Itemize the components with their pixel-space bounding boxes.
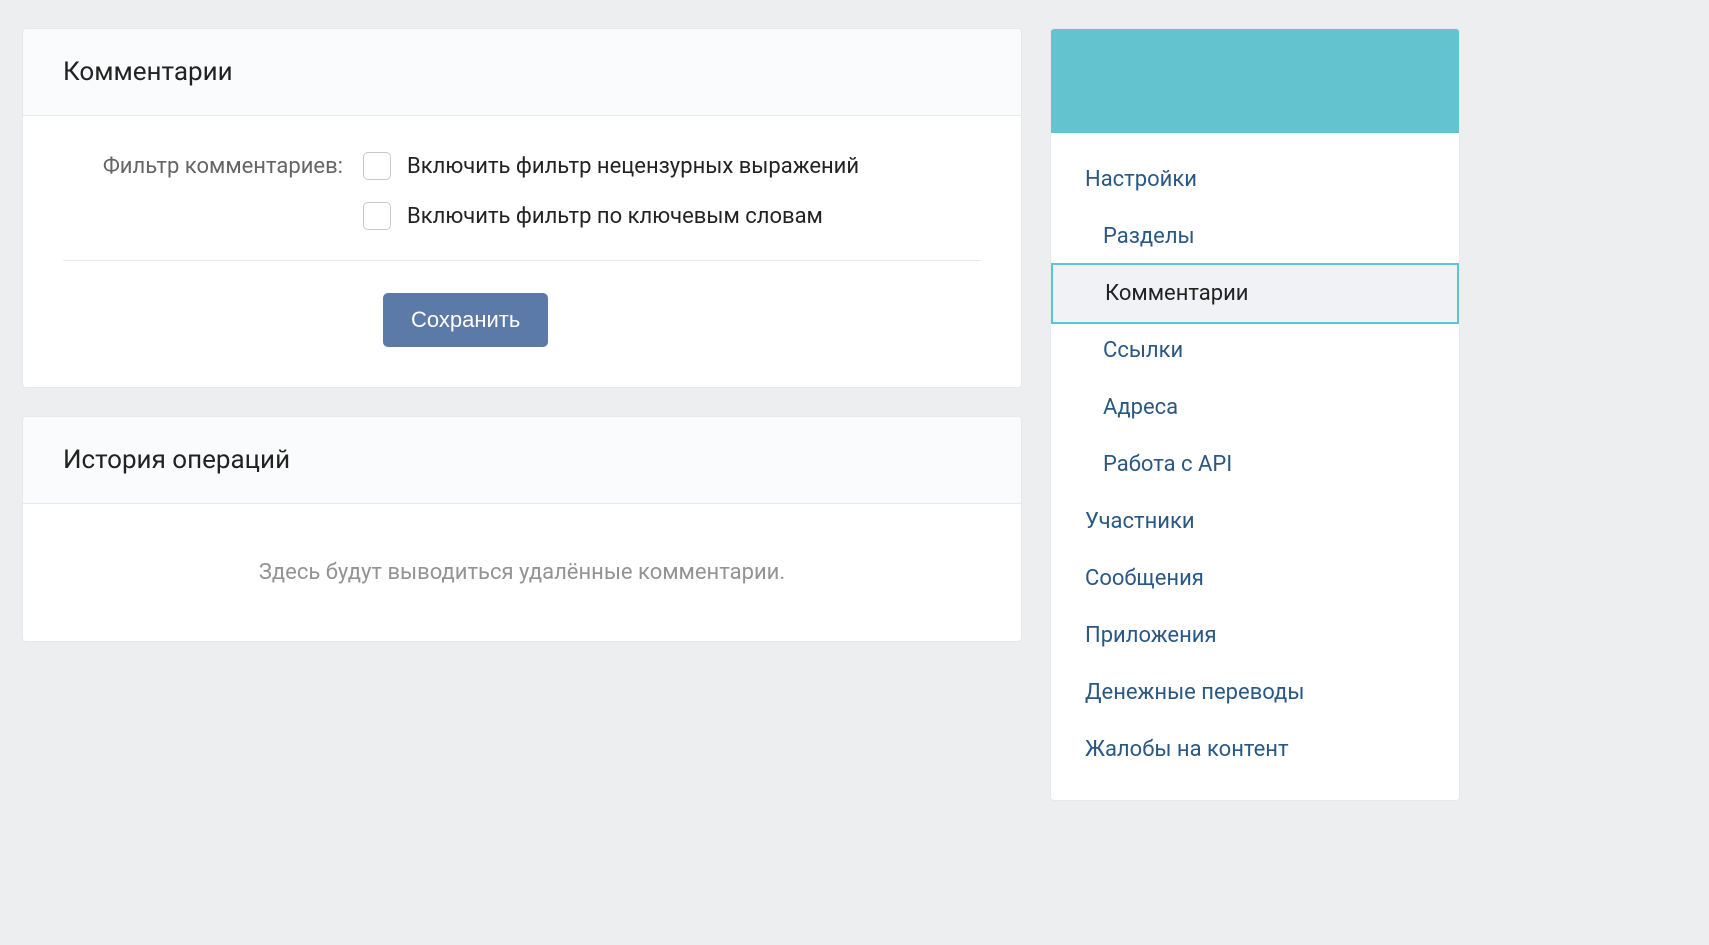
filter-row: Фильтр комментариев: Включить фильтр нец… bbox=[63, 152, 981, 230]
comments-panel-header: Комментарии bbox=[23, 29, 1021, 116]
sidebar-item-1[interactable]: Разделы bbox=[1051, 208, 1459, 265]
checkbox-keywords[interactable]: Включить фильтр по ключевым словам bbox=[363, 202, 981, 230]
history-panel-header: История операций bbox=[23, 417, 1021, 504]
sidebar-nav: НастройкиРазделыКомментарииСсылкиАдресаР… bbox=[1051, 133, 1459, 800]
history-panel-title: История операций bbox=[63, 445, 981, 475]
sidebar-item-5[interactable]: Работа с API bbox=[1051, 436, 1459, 493]
checkbox-box-icon bbox=[363, 152, 391, 180]
main-column: Комментарии Фильтр комментариев: Включит… bbox=[22, 28, 1022, 801]
checkbox-profanity[interactable]: Включить фильтр нецензурных выражений bbox=[363, 152, 981, 180]
sidebar-item-6[interactable]: Участники bbox=[1051, 493, 1459, 550]
comments-panel-title: Комментарии bbox=[63, 57, 981, 87]
sidebar-panel: НастройкиРазделыКомментарииСсылкиАдресаР… bbox=[1050, 28, 1460, 801]
sidebar-banner bbox=[1051, 29, 1459, 133]
comments-panel: Комментарии Фильтр комментариев: Включит… bbox=[22, 28, 1022, 388]
save-row: Сохранить bbox=[63, 293, 981, 347]
checkbox-box-icon bbox=[363, 202, 391, 230]
history-panel: История операций Здесь будут выводиться … bbox=[22, 416, 1022, 642]
save-button[interactable]: Сохранить bbox=[383, 293, 548, 347]
checkbox-profanity-label: Включить фильтр нецензурных выражений bbox=[407, 154, 859, 179]
sidebar-item-7[interactable]: Сообщения bbox=[1051, 550, 1459, 607]
sidebar-item-3[interactable]: Ссылки bbox=[1051, 322, 1459, 379]
sidebar-item-0[interactable]: Настройки bbox=[1051, 151, 1459, 208]
filter-controls: Включить фильтр нецензурных выражений Вк… bbox=[363, 152, 981, 230]
divider bbox=[63, 260, 981, 261]
page-root: Комментарии Фильтр комментариев: Включит… bbox=[0, 0, 1709, 829]
comments-panel-body: Фильтр комментариев: Включить фильтр нец… bbox=[23, 116, 1021, 387]
history-panel-body: Здесь будут выводиться удалённые коммент… bbox=[23, 504, 1021, 641]
history-empty-text: Здесь будут выводиться удалённые коммент… bbox=[259, 560, 785, 585]
filter-label: Фильтр комментариев: bbox=[63, 152, 363, 179]
sidebar-item-2[interactable]: Комментарии bbox=[1051, 263, 1459, 324]
sidebar-item-10[interactable]: Жалобы на контент bbox=[1051, 721, 1459, 778]
sidebar-column: НастройкиРазделыКомментарииСсылкиАдресаР… bbox=[1050, 28, 1460, 801]
sidebar-item-4[interactable]: Адреса bbox=[1051, 379, 1459, 436]
sidebar-item-8[interactable]: Приложения bbox=[1051, 607, 1459, 664]
checkbox-keywords-label: Включить фильтр по ключевым словам bbox=[407, 204, 823, 229]
sidebar-item-9[interactable]: Денежные переводы bbox=[1051, 664, 1459, 721]
